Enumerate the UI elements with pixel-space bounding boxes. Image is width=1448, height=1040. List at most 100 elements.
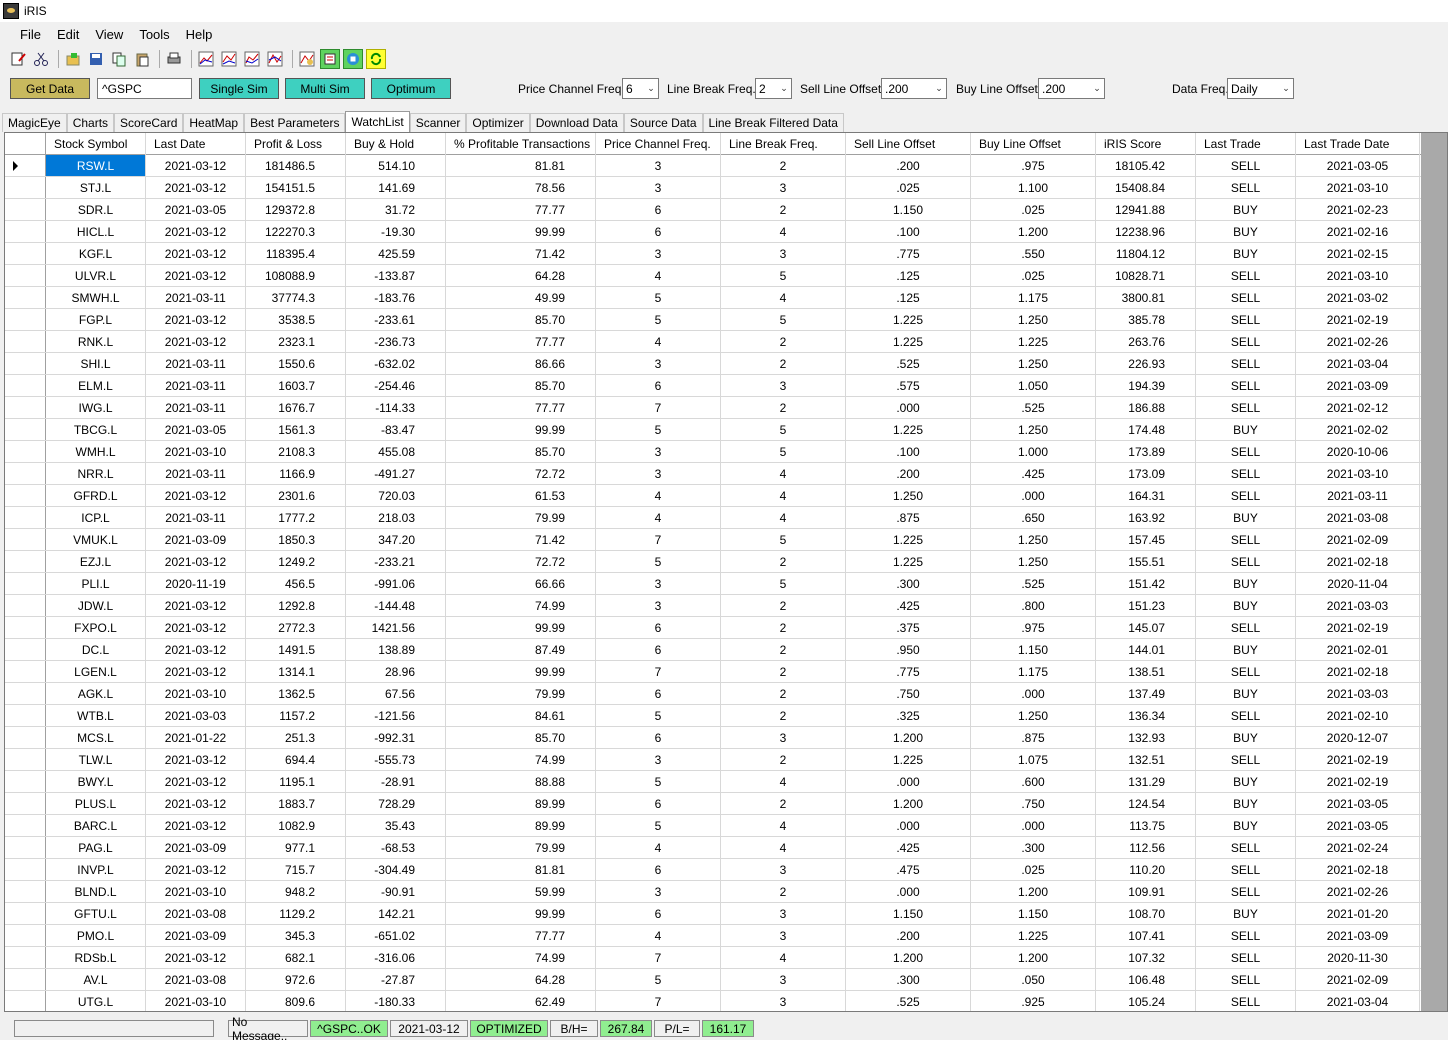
row-header[interactable] [5, 639, 46, 660]
table-row[interactable]: MCS.L 2021-01-22 251.3 -992.31 85.70 6 3 1.200.… [5, 727, 1421, 749]
buy-offset-select[interactable]: .200 ⌄ [1038, 78, 1105, 99]
sell-line-offset-cell[interactable]: .200 [846, 925, 971, 946]
profit-loss-cell[interactable]: 1157.2 [246, 705, 346, 726]
profit-loss-cell[interactable]: 1561.3 [246, 419, 346, 440]
table-row[interactable]: KGF.L 2021-03-12 118395.4 425.59 71.42 3 3.775… [5, 243, 1421, 265]
line-break-freq-cell[interactable]: 4 [721, 771, 846, 792]
buy-line-offset-cell[interactable]: .525 [971, 397, 1096, 418]
tab-charts[interactable]: Charts [66, 113, 115, 132]
last-trade-cell[interactable]: SELL [1196, 485, 1296, 506]
buy-line-offset-cell[interactable]: .550 [971, 243, 1096, 264]
sell-line-offset-cell[interactable]: .950 [846, 639, 971, 660]
buy-hold-cell[interactable]: 67.56 [346, 683, 446, 704]
sell-line-offset-cell[interactable]: 1.150 [846, 199, 971, 220]
last-trade-cell[interactable]: BUY [1196, 595, 1296, 616]
price-channel-freq-cell[interactable]: 4 [596, 485, 721, 506]
iris-score-cell[interactable]: 12941.88 [1096, 199, 1196, 220]
sell-line-offset-cell[interactable]: 1.200 [846, 793, 971, 814]
last-trade-date-cell[interactable]: 2021-03-05 [1296, 793, 1420, 814]
price-channel-freq-cell[interactable]: 3 [596, 595, 721, 616]
last-trade-cell[interactable]: BUY [1196, 243, 1296, 264]
sell-line-offset-cell[interactable]: .100 [846, 221, 971, 242]
profit-loss-cell[interactable]: 1850.3 [246, 529, 346, 550]
last-date-cell[interactable]: 2021-03-12 [146, 617, 246, 638]
price-channel-freq-cell[interactable]: 6 [596, 903, 721, 924]
last-trade-cell[interactable]: BUY [1196, 771, 1296, 792]
row-header[interactable] [5, 309, 46, 330]
buy-hold-cell[interactable]: 455.08 [346, 441, 446, 462]
row-header[interactable] [5, 749, 46, 770]
buy-line-offset-cell[interactable]: 1.150 [971, 903, 1096, 924]
line-chart-icon[interactable] [196, 49, 216, 69]
stock-symbol-cell[interactable]: INVP.L [46, 859, 146, 880]
sell-line-offset-cell[interactable]: .000 [846, 881, 971, 902]
sell-line-offset-cell[interactable]: 1.225 [846, 529, 971, 550]
last-trade-date-cell[interactable]: 2021-03-10 [1296, 463, 1420, 484]
sell-line-offset-cell[interactable]: .300 [846, 573, 971, 594]
row-header[interactable] [5, 573, 46, 594]
last-trade-cell[interactable]: SELL [1196, 925, 1296, 946]
price-channel-freq-cell[interactable]: 3 [596, 749, 721, 770]
last-trade-date-cell[interactable]: 2021-02-15 [1296, 243, 1420, 264]
last-trade-cell[interactable]: SELL [1196, 441, 1296, 462]
price-channel-freq-cell[interactable]: 5 [596, 815, 721, 836]
table-row[interactable]: BARC.L 2021-03-12 1082.9 35.43 89.99 5 4.000.0… [5, 815, 1421, 837]
profitable-transactions-cell[interactable]: 89.99 [446, 815, 596, 836]
table-row[interactable]: AGK.L 2021-03-10 1362.5 67.56 79.99 6 2.750.00… [5, 683, 1421, 705]
last-trade-date-cell[interactable]: 2021-02-10 [1296, 705, 1420, 726]
iris-score-cell[interactable]: 186.88 [1096, 397, 1196, 418]
table-row[interactable]: STJ.L 2021-03-12 154151.5 141.69 78.56 3 3.025… [5, 177, 1421, 199]
last-trade-cell[interactable]: SELL [1196, 353, 1296, 374]
last-trade-cell[interactable]: BUY [1196, 815, 1296, 836]
iris-score-cell[interactable]: 109.91 [1096, 881, 1196, 902]
price-channel-select[interactable]: 6 ⌄ [622, 78, 659, 99]
last-date-cell[interactable]: 2021-03-12 [146, 155, 246, 176]
price-channel-freq-cell[interactable]: 6 [596, 793, 721, 814]
menu-file[interactable]: File [12, 27, 49, 42]
buy-line-offset-cell[interactable]: 1.175 [971, 661, 1096, 682]
line-break-freq-cell[interactable]: 4 [721, 485, 846, 506]
price-channel-freq-cell[interactable]: 5 [596, 969, 721, 990]
iris-score-cell[interactable]: 226.93 [1096, 353, 1196, 374]
last-trade-date-cell[interactable]: 2021-02-18 [1296, 551, 1420, 572]
symbol-input[interactable] [97, 78, 192, 99]
buy-line-offset-cell[interactable]: 1.250 [971, 309, 1096, 330]
last-trade-cell[interactable]: SELL [1196, 397, 1296, 418]
price-channel-freq-cell[interactable]: 3 [596, 463, 721, 484]
sell-line-offset-cell[interactable]: .000 [846, 815, 971, 836]
price-channel-freq-cell[interactable]: 3 [596, 573, 721, 594]
profit-loss-cell[interactable]: 977.1 [246, 837, 346, 858]
buy-hold-cell[interactable]: -19.30 [346, 221, 446, 242]
buy-line-offset-cell[interactable]: 1.150 [971, 639, 1096, 660]
new-icon[interactable] [8, 49, 28, 69]
iris-score-cell[interactable]: 10828.71 [1096, 265, 1196, 286]
table-row[interactable]: UTG.L 2021-03-10 809.6 -180.33 62.49 7 3.525.9… [5, 991, 1421, 1011]
profitable-transactions-cell[interactable]: 79.99 [446, 683, 596, 704]
last-date-cell[interactable]: 2021-03-12 [146, 595, 246, 616]
profit-loss-cell[interactable]: 694.4 [246, 749, 346, 770]
row-header[interactable] [5, 375, 46, 396]
last-trade-date-cell[interactable]: 2021-02-19 [1296, 771, 1420, 792]
profitable-transactions-cell[interactable]: 99.99 [446, 419, 596, 440]
sell-line-offset-cell[interactable]: .100 [846, 441, 971, 462]
last-trade-date-cell[interactable]: 2021-02-19 [1296, 617, 1420, 638]
last-trade-date-cell[interactable]: 2021-03-04 [1296, 991, 1420, 1011]
last-date-cell[interactable]: 2021-03-05 [146, 199, 246, 220]
row-header[interactable] [5, 243, 46, 264]
price-channel-freq-cell[interactable]: 5 [596, 309, 721, 330]
col-last-trade-date-header[interactable]: Last Trade Date [1296, 133, 1420, 155]
last-trade-date-cell[interactable]: 2020-10-06 [1296, 441, 1420, 462]
profitable-transactions-cell[interactable]: 85.70 [446, 375, 596, 396]
iris-score-cell[interactable]: 151.23 [1096, 595, 1196, 616]
sell-line-offset-cell[interactable]: .750 [846, 683, 971, 704]
tab-heatmap[interactable]: HeatMap [183, 113, 245, 132]
last-trade-cell[interactable]: SELL [1196, 859, 1296, 880]
line-break-freq-cell[interactable]: 3 [721, 925, 846, 946]
last-trade-cell[interactable]: BUY [1196, 683, 1296, 704]
last-date-cell[interactable]: 2021-03-10 [146, 881, 246, 902]
col-line-break-freq-header[interactable]: Line Break Freq. [721, 133, 846, 155]
last-date-cell[interactable]: 2021-03-11 [146, 397, 246, 418]
last-trade-date-cell[interactable]: 2021-02-26 [1296, 331, 1420, 352]
tab-download-data[interactable]: Download Data [529, 113, 624, 132]
line-break-freq-cell[interactable]: 3 [721, 859, 846, 880]
